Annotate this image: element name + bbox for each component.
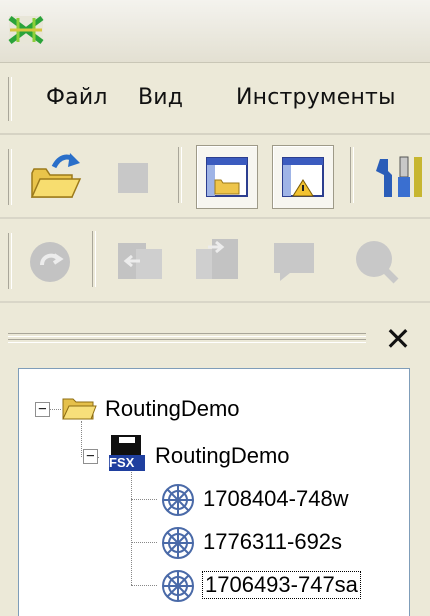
close-panel-button[interactable]: ✕ (382, 322, 414, 356)
toolbar-separator-3 (92, 231, 96, 287)
refresh-button[interactable] (20, 229, 80, 291)
tree-connector (81, 421, 82, 457)
tree-connector (131, 469, 132, 585)
menu-view[interactable]: Вид (138, 85, 183, 110)
folder-view-button[interactable] (196, 145, 258, 209)
tree-connector (49, 409, 61, 410)
window-warning-icon (282, 157, 324, 197)
toolbar-grip-2[interactable] (8, 233, 12, 289)
network-icon (162, 484, 194, 516)
tree-connector (131, 542, 157, 543)
import-button[interactable] (110, 229, 170, 291)
tree-connector (131, 585, 157, 586)
main-toolbar (0, 135, 430, 219)
stop-icon (118, 163, 148, 193)
comment-button[interactable] (264, 229, 324, 291)
toolbar-grip[interactable] (8, 149, 12, 205)
search-icon (356, 241, 399, 284)
search-button[interactable] (344, 229, 404, 291)
edit-toolbar (0, 219, 430, 303)
panel-header: ✕ (0, 318, 430, 362)
wrench-screwdriver-icon (376, 156, 422, 197)
network-icon (162, 527, 194, 559)
tree-child-label[interactable]: RoutingDemo (155, 443, 290, 469)
tree-item-label[interactable]: 1776311-692s (203, 529, 342, 555)
export-icon (196, 239, 238, 279)
network-icon (162, 570, 194, 602)
project-tree[interactable]: − RoutingDemo − FSX RoutingDemo 1708404-… (18, 368, 410, 616)
fsx-badge: FSX (109, 455, 135, 470)
refresh-icon (30, 242, 70, 282)
tree-root-label[interactable]: RoutingDemo (105, 396, 240, 422)
collapse-toggle-root[interactable]: − (35, 402, 50, 417)
tree-connector (131, 499, 157, 500)
open-folder-icon (62, 398, 97, 420)
stop-button[interactable] (104, 145, 164, 207)
open-button[interactable] (24, 145, 84, 207)
menu-grip[interactable] (8, 77, 12, 121)
tools-button[interactable] (366, 145, 426, 207)
import-icon (118, 243, 162, 279)
window-folder-icon (206, 157, 248, 197)
comment-icon (274, 243, 314, 281)
menu-file[interactable]: Файл (46, 85, 108, 110)
export-button[interactable] (186, 229, 246, 291)
tree-item-label-selected[interactable]: 1706493-747sa (202, 571, 361, 599)
warning-view-button[interactable] (272, 145, 334, 209)
menu-bar: Файл Вид Инструменты (0, 63, 430, 135)
toolbar-separator-2 (350, 147, 354, 203)
tree-item-label[interactable]: 1708404-748w (203, 486, 349, 512)
menu-tools[interactable]: Инструменты (236, 85, 396, 110)
collapse-toggle-child[interactable]: − (83, 449, 98, 464)
title-bar (0, 0, 430, 63)
panel-drag-handle[interactable] (8, 333, 366, 343)
open-folder-icon (30, 153, 82, 198)
app-logo-icon (8, 16, 44, 44)
toolbar-separator (178, 147, 182, 203)
